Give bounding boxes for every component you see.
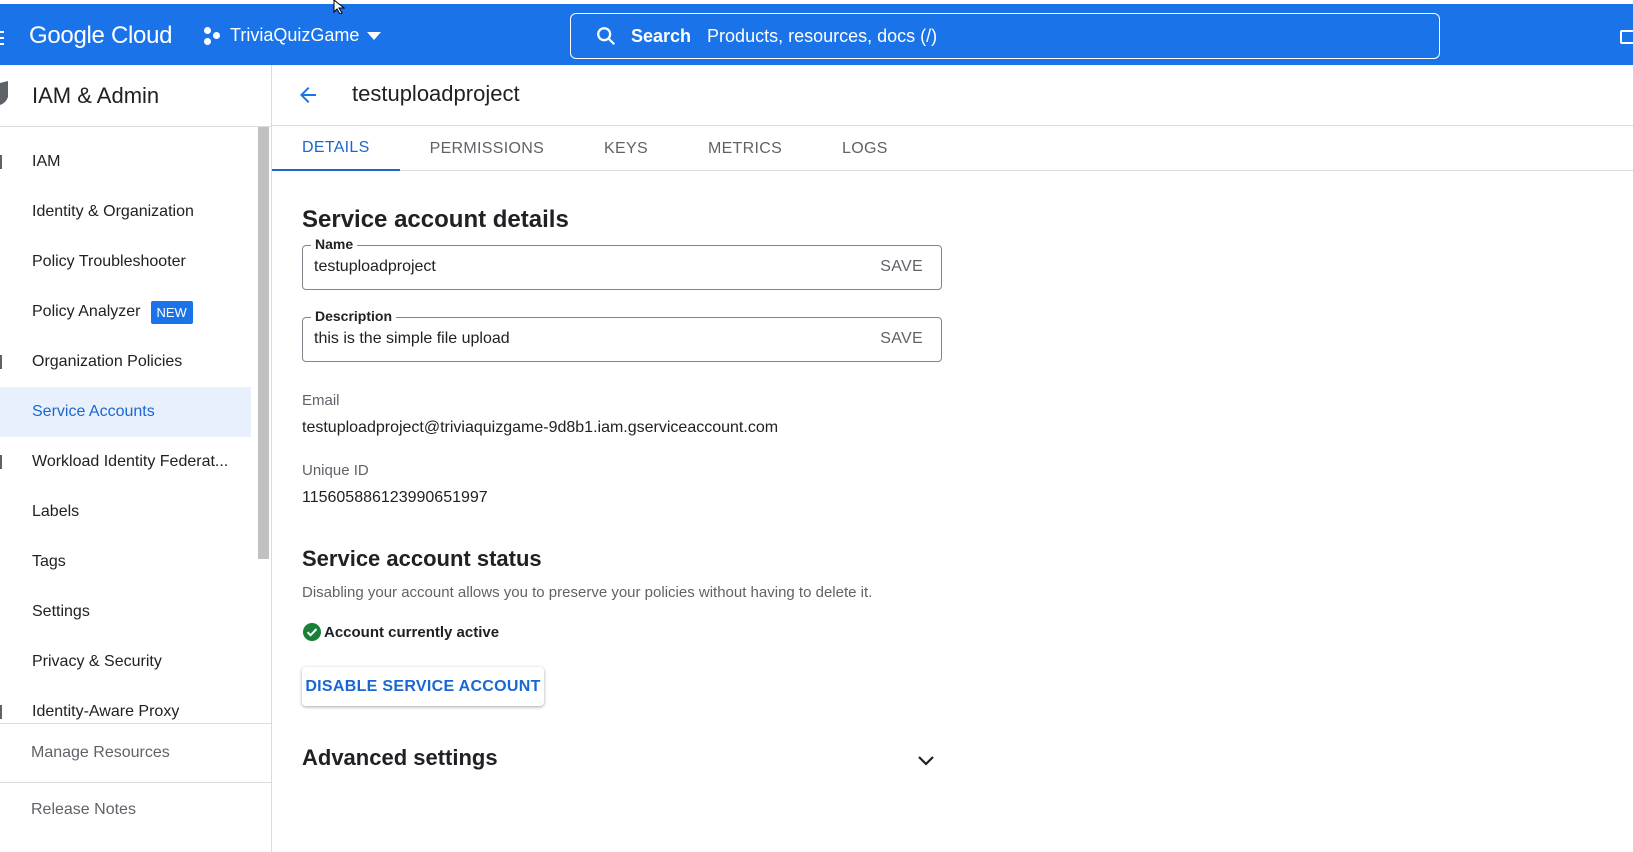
sidebar-item-label: Identity-Aware Proxy <box>32 703 180 720</box>
shield-icon <box>0 81 8 105</box>
sidebar-item-label: Policy Analyzer <box>32 303 141 320</box>
mouse-cursor-icon <box>333 0 345 14</box>
sidebar-item-workload-identity-federation[interactable]: Workload Identity Federat... <box>0 437 251 487</box>
sidebar-item-label: Organization Policies <box>32 353 183 370</box>
nav-icon <box>0 705 2 719</box>
page-header: testuploadproject <box>272 65 1633 126</box>
sidebar-item-label: Identity & Organization <box>32 203 194 220</box>
tab-metrics[interactable]: METRICS <box>678 126 812 171</box>
sidebar-header: IAM & Admin <box>0 65 271 127</box>
sidebar-item-label: Policy Troubleshooter <box>32 253 186 270</box>
search-placeholder: Products, resources, docs (/) <box>707 25 938 46</box>
sidebar-item-label: Labels <box>32 503 80 520</box>
sidebar-scrollbar[interactable] <box>258 127 269 559</box>
nav-icon <box>0 455 2 469</box>
page-title: testuploadproject <box>352 81 520 106</box>
sidebar-item-privacy-security[interactable]: Privacy & Security <box>0 637 251 687</box>
release-notes-label: Release Notes <box>31 801 136 818</box>
back-arrow-icon[interactable] <box>296 83 320 107</box>
advanced-settings-heading[interactable]: Advanced settings <box>302 745 498 771</box>
caret-down-icon <box>367 31 382 40</box>
nav-icon <box>0 155 2 169</box>
account-status-text: Account currently active <box>324 623 500 641</box>
sidebar-item-iam[interactable]: IAM <box>0 137 251 187</box>
account-status: Account currently active <box>302 622 499 642</box>
sidebar-item-label: Workload Identity Federat... <box>32 453 229 470</box>
project-name: TriviaQuizGame <box>230 25 360 45</box>
project-dots-icon <box>204 26 222 45</box>
description-field: Description SAVE <box>302 308 942 362</box>
sidebar-item-label: Service Accounts <box>32 403 155 420</box>
manage-resources-link[interactable]: Manage Resources <box>0 723 272 782</box>
name-field-label: Name <box>311 236 358 252</box>
sidebar-item-label: IAM <box>32 153 61 170</box>
search-icon <box>597 27 616 46</box>
unique-id-label: Unique ID <box>302 462 369 479</box>
sidebar: IAM & Admin IAM Identity & Organization … <box>0 65 272 852</box>
terminal-icon[interactable] <box>1620 30 1633 44</box>
project-picker[interactable]: TriviaQuizGame <box>204 25 382 46</box>
sidebar-item-label: Tags <box>32 553 66 570</box>
name-input[interactable] <box>314 258 854 276</box>
tab-logs[interactable]: LOGS <box>812 126 918 171</box>
tab-permissions[interactable]: PERMISSIONS <box>400 126 574 171</box>
sidebar-item-tags[interactable]: Tags <box>0 537 251 587</box>
status-description: Disabling your account allows you to pre… <box>302 584 873 601</box>
description-input[interactable] <box>314 330 854 348</box>
tab-details[interactable]: DETAILS <box>272 126 400 171</box>
tab-keys[interactable]: KEYS <box>574 126 678 171</box>
unique-id-value: 115605886123990651997 <box>302 489 488 506</box>
sidebar-item-labels[interactable]: Labels <box>0 487 251 537</box>
release-notes-link[interactable]: Release Notes <box>0 782 272 852</box>
search-bar[interactable]: Search Products, resources, docs (/) <box>570 13 1440 59</box>
sidebar-item-identity-organization[interactable]: Identity & Organization <box>0 187 251 237</box>
top-app-bar: Google Cloud TriviaQuizGame Search Produ… <box>0 4 1633 65</box>
sidebar-item-settings[interactable]: Settings <box>0 587 251 637</box>
email-value: testuploadproject@triviaquizgame-9d8b1.i… <box>302 419 779 436</box>
save-description-button[interactable]: SAVE <box>880 330 923 348</box>
sidebar-item-policy-troubleshooter[interactable]: Policy Troubleshooter <box>0 237 251 287</box>
sidebar-item-service-accounts[interactable]: Service Accounts <box>0 387 251 437</box>
check-circle-icon <box>303 623 321 641</box>
new-badge: NEW <box>150 300 193 324</box>
search-label: Search <box>631 25 692 46</box>
save-name-button[interactable]: SAVE <box>880 258 923 276</box>
email-label: Email <box>302 392 340 409</box>
name-field: Name SAVE <box>302 236 942 290</box>
nav-icon <box>0 355 2 369</box>
chevron-down-icon[interactable] <box>914 748 938 772</box>
google-cloud-logo[interactable]: Google Cloud <box>29 22 172 50</box>
tab-bar: DETAILS PERMISSIONS KEYS METRICS LOGS <box>272 126 1633 171</box>
disable-service-account-button[interactable]: DISABLE SERVICE ACCOUNT <box>302 667 544 706</box>
sidebar-item-label: Settings <box>32 603 90 620</box>
sidebar-nav: IAM Identity & Organization Policy Troub… <box>0 137 251 737</box>
status-heading: Service account status <box>302 546 542 571</box>
sidebar-title: IAM & Admin <box>32 82 160 108</box>
menu-icon[interactable] <box>0 31 4 45</box>
details-heading: Service account details <box>302 206 569 233</box>
description-field-label: Description <box>311 308 397 324</box>
sidebar-item-organization-policies[interactable]: Organization Policies <box>0 337 251 387</box>
sidebar-item-policy-analyzer[interactable]: Policy Analyzer NEW <box>0 287 251 337</box>
manage-resources-label: Manage Resources <box>31 744 170 761</box>
sidebar-item-label: Privacy & Security <box>32 653 162 670</box>
